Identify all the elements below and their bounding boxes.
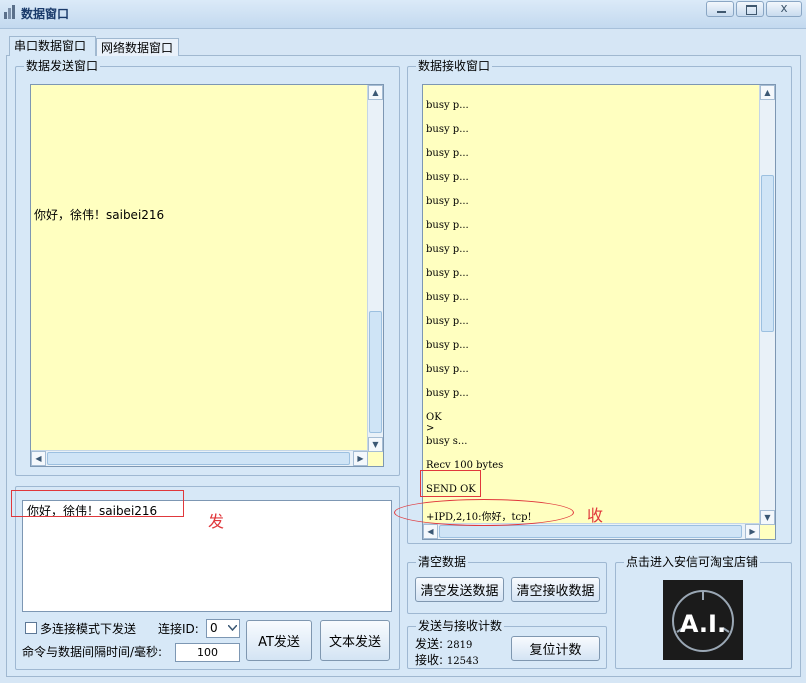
reset-count-button[interactable]: 复位计数 (511, 636, 600, 661)
ai-logo-icon: A.I. (672, 590, 734, 652)
scroll-thumb[interactable] (369, 311, 382, 433)
receive-line: > (426, 423, 435, 434)
receive-line: OK (426, 412, 442, 423)
sent-count-row: 发送: 2819 (415, 635, 472, 652)
minimize-button[interactable] (706, 1, 734, 17)
send-vertical-scrollbar[interactable]: ▲ ▼ (367, 85, 383, 452)
send-horizontal-scrollbar[interactable]: ◀ ▶ (31, 450, 368, 466)
app-icon (4, 5, 15, 19)
minimize-icon (717, 11, 726, 13)
multi-connect-checkbox[interactable] (25, 622, 37, 634)
annotation-ellipse-ipd (394, 499, 574, 526)
tab-network-data[interactable]: 网络数据窗口 (96, 38, 179, 56)
send-data-textarea[interactable]: 你好，徐伟！saibei216 ▲ ▼ ◀ ▶ (30, 84, 384, 467)
text-send-button[interactable]: 文本发送 (320, 620, 390, 661)
receive-line: busy p... (426, 172, 469, 183)
clear-send-button[interactable]: 清空发送数据 (415, 577, 504, 602)
sent-label: 发送: (415, 637, 444, 651)
scroll-thumb[interactable] (761, 175, 774, 332)
receive-line: busy p... (426, 244, 469, 255)
receive-vertical-scrollbar[interactable]: ▲ ▼ (759, 85, 775, 525)
tab-serial-data[interactable]: 串口数据窗口 (9, 36, 96, 56)
receive-line: busy p... (426, 364, 469, 375)
received-value: 12543 (446, 656, 479, 667)
receive-window-title: 数据接收窗口 (416, 59, 493, 73)
interval-label: 命令与数据间隔时间/毫秒: (22, 645, 163, 659)
annotation-receive-label: 收 (587, 506, 604, 525)
scroll-right-icon[interactable]: ▶ (353, 451, 368, 466)
scroll-up-icon[interactable]: ▲ (368, 85, 383, 100)
receive-line: busy p... (426, 388, 469, 399)
send-window-title: 数据发送窗口 (24, 59, 101, 73)
shop-logo-button[interactable]: A.I. (663, 580, 743, 660)
scroll-right-icon[interactable]: ▶ (745, 524, 760, 539)
scroll-left-icon[interactable]: ◀ (31, 451, 46, 466)
receive-line: busy p... (426, 268, 469, 279)
title-bar (0, 0, 806, 29)
received-count-row: 接收: 12543 (415, 651, 479, 668)
received-label: 接收: (415, 653, 444, 667)
maximize-icon (746, 5, 757, 15)
receive-line: busy p... (426, 148, 469, 159)
connection-id-value: 0 (210, 621, 218, 635)
receive-line: busy p... (426, 124, 469, 135)
receive-line: busy p... (426, 220, 469, 231)
scroll-down-icon[interactable]: ▼ (760, 510, 775, 525)
scroll-thumb[interactable] (47, 452, 350, 465)
annotation-box-send-ok (420, 470, 481, 497)
clear-receive-button[interactable]: 清空接收数据 (511, 577, 600, 602)
send-data-content: 你好，徐伟！saibei216 (34, 208, 165, 222)
at-send-button[interactable]: AT发送 (246, 620, 312, 661)
scroll-up-icon[interactable]: ▲ (760, 85, 775, 100)
annotation-send-label: 发 (208, 512, 225, 531)
interval-input[interactable]: 100 (175, 643, 240, 662)
sent-value: 2819 (446, 640, 473, 651)
annotation-box-send (11, 490, 184, 517)
logo-text: A.I. (680, 610, 726, 638)
receive-line: busy p... (426, 340, 469, 351)
scroll-thumb[interactable] (439, 525, 742, 538)
maximize-button[interactable] (736, 1, 764, 17)
scroll-down-icon[interactable]: ▼ (368, 437, 383, 452)
close-icon: x (780, 1, 788, 15)
receive-line: busy p... (426, 196, 469, 207)
scroll-left-icon[interactable]: ◀ (423, 524, 438, 539)
receive-line: busy p... (426, 100, 469, 111)
clear-data-title: 清空数据 (416, 555, 469, 569)
chevron-down-icon (228, 625, 237, 631)
window-title: 数据窗口 (21, 7, 70, 21)
close-button[interactable]: x (766, 1, 802, 17)
receive-line: busy s... (426, 436, 468, 447)
counter-title: 发送与接收计数 (416, 619, 505, 633)
shop-title: 点击进入安信可淘宝店铺 (624, 555, 761, 569)
receive-line: busy p... (426, 316, 469, 327)
multi-connect-label: 多连接模式下发送 (40, 622, 137, 636)
receive-line: busy p... (426, 292, 469, 303)
connection-id-label: 连接ID: (158, 622, 199, 636)
connection-id-select[interactable]: 0 (206, 619, 240, 638)
